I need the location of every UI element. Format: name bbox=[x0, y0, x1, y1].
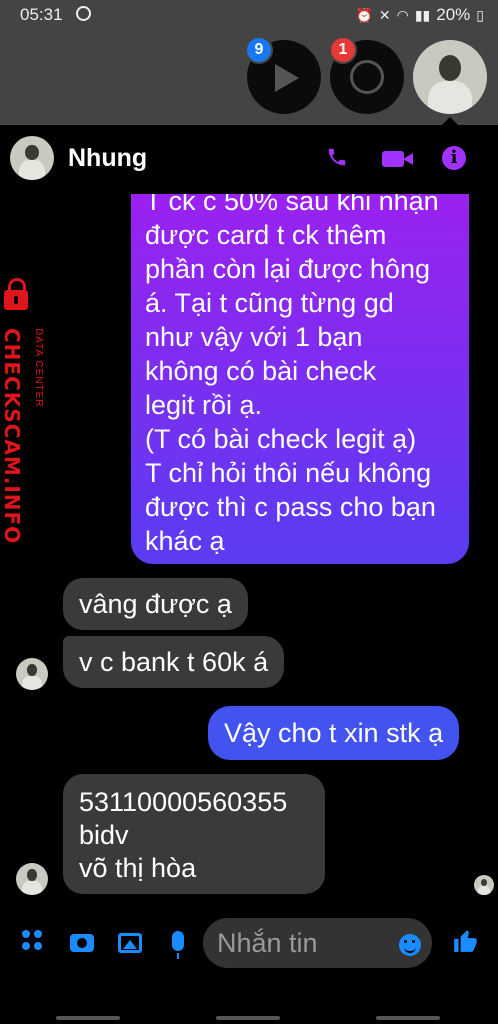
watermark-brand: CHECKSCAM.INFO bbox=[0, 328, 24, 545]
sender-avatar bbox=[16, 863, 48, 895]
status-icons: ⏰ ✕ ◠ ▮▮ 20% ▯ bbox=[355, 5, 484, 25]
read-receipt-avatar bbox=[474, 875, 494, 895]
signal-icon: ▮▮ bbox=[414, 6, 431, 23]
chat-panel: T ck c 50% sau khi nhận được card t ck t… bbox=[0, 126, 498, 1024]
message-incoming: v c bank t 60k á bbox=[63, 636, 285, 688]
battery-icon: ▯ bbox=[476, 6, 484, 23]
video-call-icon[interactable] bbox=[382, 151, 413, 167]
chat-head-user[interactable] bbox=[413, 40, 487, 114]
image-icon[interactable] bbox=[118, 933, 142, 953]
message-outgoing: Vậy cho t xin stk ạ bbox=[208, 706, 460, 760]
like-icon[interactable] bbox=[452, 928, 478, 954]
message-incoming: 53110000560355 bidv võ thị hòa bbox=[63, 774, 325, 894]
alarm-icon: ⏰ bbox=[355, 6, 373, 23]
message-outgoing: T ck c 50% sau khi nhận được card t ck t… bbox=[131, 164, 469, 564]
contact-avatar[interactable] bbox=[10, 136, 54, 180]
emoji-icon[interactable] bbox=[399, 934, 421, 956]
messenger-status-icon bbox=[76, 6, 91, 21]
messenger-badge: 1 bbox=[329, 36, 357, 64]
nav-indicator bbox=[376, 1016, 440, 1020]
phone-icon[interactable] bbox=[326, 146, 348, 168]
wifi-icon: ◠ bbox=[396, 6, 409, 23]
messenger-icon bbox=[350, 60, 384, 94]
conversation-header: Nhung i bbox=[0, 126, 498, 194]
message-incoming: vâng được ạ bbox=[63, 578, 248, 630]
nav-bar bbox=[0, 1014, 498, 1024]
info-icon[interactable]: i bbox=[442, 146, 466, 170]
nav-indicator bbox=[56, 1016, 120, 1020]
sender-avatar bbox=[16, 658, 48, 690]
contact-name[interactable]: Nhung bbox=[68, 144, 147, 173]
video-badge: 9 bbox=[245, 36, 273, 64]
status-time: 05:31 bbox=[20, 5, 63, 24]
nav-indicator bbox=[216, 1016, 280, 1020]
play-icon bbox=[275, 64, 299, 92]
watermark-sub: DATA CENTER bbox=[33, 328, 44, 408]
battery-percent: 20% bbox=[436, 5, 471, 24]
watermark: CHECKSCAM.INFO DATA CENTER bbox=[0, 278, 56, 544]
mic-icon[interactable] bbox=[172, 931, 184, 959]
grid-menu-icon[interactable] bbox=[22, 930, 44, 952]
mute-icon: ✕ bbox=[378, 6, 391, 23]
composer-bar: Nhắn tin bbox=[0, 904, 498, 974]
avatar bbox=[413, 40, 487, 114]
camera-icon[interactable] bbox=[70, 934, 94, 952]
status-bar: 05:31 ⏰ ✕ ◠ ▮▮ 20% ▯ bbox=[0, 0, 498, 30]
message-input[interactable]: Nhắn tin bbox=[203, 918, 432, 968]
lock-icon bbox=[4, 278, 28, 310]
